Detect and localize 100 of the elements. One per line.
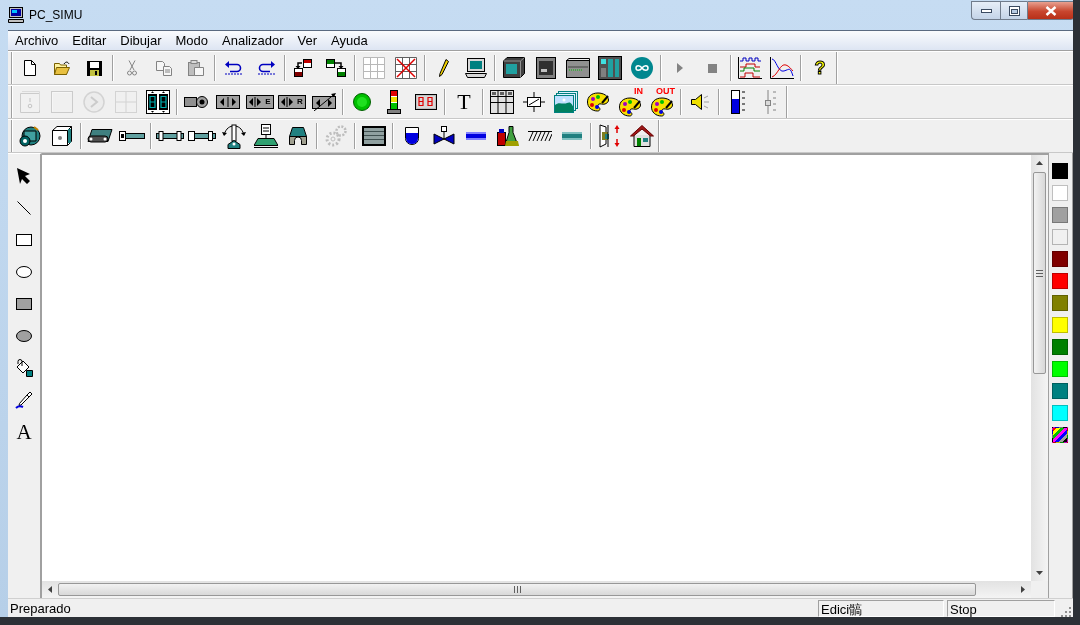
palette-icon bbox=[587, 92, 609, 112]
tank-icon bbox=[405, 127, 419, 145]
shutter-icon bbox=[362, 126, 386, 146]
striped-swatch[interactable] bbox=[1052, 427, 1068, 443]
maximize-button[interactable] bbox=[1000, 1, 1027, 20]
valve-box-icon bbox=[278, 95, 297, 109]
status-panel: Edici髇 bbox=[818, 600, 944, 617]
valve-box-icon bbox=[216, 95, 240, 109]
squares-arrow-icon bbox=[294, 59, 314, 77]
menu-item[interactable]: Dibujar bbox=[113, 31, 169, 50]
valve-box-icon bbox=[246, 95, 265, 109]
menu-item[interactable]: Archivo bbox=[8, 31, 66, 50]
elevator-icon bbox=[599, 124, 621, 148]
valve-icon bbox=[433, 126, 455, 146]
crossed-grid-icon bbox=[395, 57, 417, 79]
hatched-surface-icon bbox=[528, 131, 552, 141]
rack-icon bbox=[598, 56, 622, 80]
pencil-icon bbox=[439, 59, 449, 77]
menu-item[interactable]: Analizador bbox=[215, 31, 291, 50]
left-arrow-icon[interactable] bbox=[48, 586, 52, 593]
copy-icon bbox=[156, 60, 172, 76]
pictures-icon bbox=[554, 91, 578, 113]
maximize-icon bbox=[1008, 5, 1020, 16]
palette-swatch[interactable] bbox=[1052, 229, 1068, 245]
menu-item[interactable]: Editar bbox=[65, 31, 114, 50]
signal-tower-icon bbox=[387, 90, 401, 114]
toggle-switch-icon bbox=[20, 91, 40, 113]
cylinder-wheel-icon bbox=[184, 95, 208, 109]
grip-icon bbox=[1036, 269, 1043, 277]
minimize-button[interactable] bbox=[971, 1, 1000, 20]
palette-swatch[interactable] bbox=[1052, 405, 1068, 421]
palette-swatch[interactable] bbox=[1052, 163, 1068, 179]
line-chart-icon bbox=[770, 57, 794, 79]
paint-bucket-icon bbox=[15, 359, 33, 377]
grid-icon bbox=[363, 57, 385, 79]
palette-swatch[interactable] bbox=[1052, 361, 1068, 377]
scrollbar-thumb[interactable] bbox=[58, 583, 976, 596]
gears-icon bbox=[325, 125, 347, 147]
up-arrow-icon[interactable] bbox=[1036, 161, 1043, 165]
palette-swatch[interactable] bbox=[1052, 383, 1068, 399]
ellipse-icon bbox=[16, 266, 32, 278]
filled-rectangle-icon bbox=[16, 298, 32, 310]
status-message: Preparado bbox=[9, 601, 72, 616]
filled-ellipse-icon bbox=[16, 330, 32, 342]
scissors-icon bbox=[127, 60, 137, 76]
close-icon bbox=[1045, 5, 1057, 16]
window-title: PC_SIMU bbox=[29, 8, 83, 22]
digit-display-icon bbox=[415, 94, 437, 110]
palette-swatch[interactable] bbox=[1052, 317, 1068, 333]
plate-icon bbox=[562, 132, 582, 140]
palette-swatch[interactable] bbox=[1052, 273, 1068, 289]
slider-icon bbox=[763, 90, 777, 114]
bar-icon bbox=[466, 132, 486, 140]
motor-icon bbox=[19, 125, 41, 147]
page-icon bbox=[24, 60, 36, 76]
menu-item[interactable]: Ver bbox=[290, 31, 324, 50]
resize-grip-icon[interactable] bbox=[1060, 605, 1071, 617]
menu-item[interactable]: Modo bbox=[168, 31, 216, 50]
palette-icon bbox=[651, 97, 673, 117]
close-button[interactable] bbox=[1027, 1, 1073, 20]
rectangle-icon bbox=[16, 234, 32, 246]
palette-swatch[interactable] bbox=[1052, 251, 1068, 267]
gripper-icon bbox=[288, 127, 308, 145]
conveyor-icon bbox=[87, 129, 113, 143]
square-icon bbox=[51, 91, 73, 113]
text-tool-button[interactable]: T bbox=[448, 86, 480, 118]
dial-icon bbox=[83, 91, 105, 113]
lamp-icon bbox=[353, 93, 371, 111]
menu-item[interactable]: Ayuda bbox=[324, 31, 375, 50]
infinity-icon bbox=[631, 57, 653, 79]
level-gauge-icon bbox=[731, 90, 745, 114]
palette-swatch[interactable] bbox=[1052, 207, 1068, 223]
scale-icon bbox=[254, 124, 278, 148]
tool-button[interactable]: OUT bbox=[646, 86, 678, 118]
flasks-icon bbox=[497, 126, 519, 146]
line-icon bbox=[17, 201, 31, 215]
scrollbar-thumb[interactable] bbox=[1033, 172, 1046, 374]
text-tool-button[interactable]: A bbox=[8, 416, 40, 448]
down-arrow-icon[interactable] bbox=[1036, 571, 1043, 575]
waveform-chart-icon bbox=[738, 57, 762, 79]
tool-button[interactable]: E bbox=[244, 86, 276, 118]
controller-icon bbox=[566, 58, 590, 78]
computer-icon bbox=[465, 58, 487, 78]
pointer-arrow-icon bbox=[17, 168, 31, 184]
right-arrow-icon[interactable] bbox=[1021, 586, 1025, 593]
tool-button[interactable]: R bbox=[276, 86, 308, 118]
vertical-scrollbar[interactable] bbox=[1031, 155, 1048, 581]
cabinet-icon bbox=[52, 126, 72, 146]
palette-icon bbox=[619, 97, 641, 117]
computer-icon bbox=[8, 7, 24, 23]
piston-icon bbox=[156, 131, 184, 141]
palette-swatch[interactable] bbox=[1052, 185, 1068, 201]
palette-swatch[interactable] bbox=[1052, 339, 1068, 355]
cube-device-icon bbox=[503, 57, 525, 79]
tool-button[interactable]: IN bbox=[614, 86, 646, 118]
squares-arrow-icon bbox=[326, 59, 346, 77]
palette-swatch[interactable] bbox=[1052, 295, 1068, 311]
grip-icon bbox=[513, 586, 521, 593]
device-box-icon bbox=[536, 57, 556, 79]
horizontal-scrollbar[interactable] bbox=[42, 581, 1031, 598]
